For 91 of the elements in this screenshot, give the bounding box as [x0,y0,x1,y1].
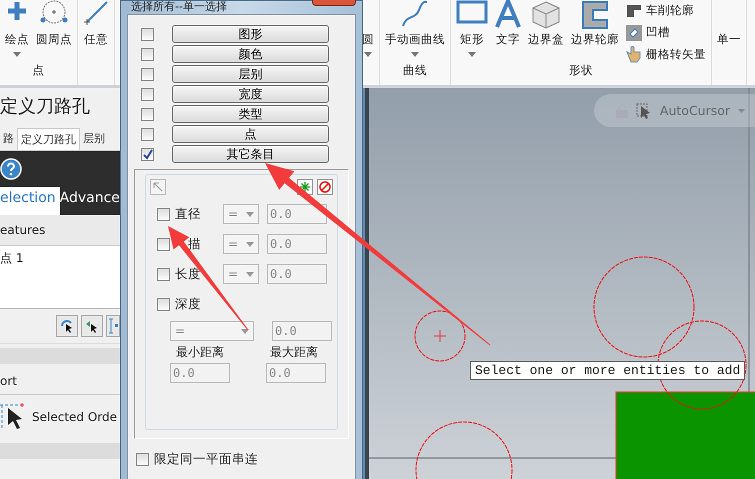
tool-label: 车削轮廓 [646,3,694,18]
caret-icon[interactable] [13,52,21,57]
ribbon-tool[interactable]: 单一 [717,0,741,47]
checkbox[interactable] [141,128,154,140]
letter-a-icon [495,0,521,28]
checkbox[interactable] [141,48,154,60]
checkbox[interactable] [141,28,154,40]
groove-icon [626,24,642,40]
cursor-icon [636,102,652,118]
tool-label: 凹槽 [646,25,670,40]
cube-icon [531,0,561,30]
ribbon-tool[interactable]: 绘点 [5,0,29,57]
ribbon-tool[interactable]: 边界轮廓 [571,0,619,47]
ribbon-tool[interactable]: 圆周点 [36,0,72,47]
tool-label: 单一 [717,32,741,47]
ribbon-tool[interactable]: 凹槽 [626,23,706,42]
tool-label: 边界盒 [528,32,564,47]
tool-label: 绘点 [5,32,29,47]
caret-icon[interactable] [738,108,746,112]
tool-label: 圆 [362,32,374,47]
caret-icon[interactable] [411,52,419,57]
tool-label: 任意 [84,32,108,47]
option-label: 限定同一平面串连 [154,451,258,468]
order-cursor-icon [0,402,26,432]
group-label: 点 [32,63,46,79]
cursor-icon [60,319,74,333]
tool-label: 圆周点 [36,32,72,47]
ribbon-tool[interactable]: 手动画曲线 [385,0,445,57]
tool-label: 手动画曲线 [385,32,445,47]
panel-tab[interactable]: 定义刀路孔 [17,128,80,150]
category-button[interactable]: 类型 [172,105,329,123]
ribbon-tool[interactable]: 文字 [495,0,521,47]
checkbox[interactable] [141,68,154,80]
category-button[interactable]: 颜色 [172,45,329,63]
tooltip: Select one or more entities to add [470,361,746,380]
ribbon-tool[interactable]: 车削轮廓 [626,1,706,20]
help-icon[interactable] [0,158,22,180]
filter-label: 深度 [174,296,201,312]
line-icon [83,0,109,26]
max-distance-label: 最大距离 [270,344,318,360]
caret-icon [246,212,254,216]
order-option[interactable]: Selected Orde [32,410,118,424]
list-header: eatures [0,215,120,246]
cursor-icon [85,319,99,333]
panel-title: 定义刀路孔 [0,95,91,119]
clear-icon[interactable] [317,179,333,195]
checkbox[interactable] [136,453,149,466]
ribbon-tool[interactable]: 矩形 [456,0,488,57]
checkbox[interactable] [141,88,154,100]
profile-icon [626,4,642,18]
plus-icon [6,0,28,22]
caret-icon [241,328,249,334]
group-label: 形状 [568,63,594,79]
ribbon-tool[interactable]: 圆 [362,0,374,57]
tool-label: 文字 [496,32,520,47]
panel-tab[interactable]: Advance [60,187,120,215]
tool-label: 栅格转矢量 [646,47,706,62]
filter-label: 长度 [174,266,201,282]
checkbox[interactable] [141,148,154,160]
tool-label: 矩形 [460,32,484,47]
panel-tab[interactable]: 路 [0,128,17,150]
filter-label: 描 [187,236,201,252]
undo-select-button[interactable] [81,315,103,337]
category-button[interactable]: 其它条目 [172,145,329,163]
caret-icon [246,242,254,246]
pointer-icon[interactable] [150,179,166,195]
min-distance-label: 最小距离 [176,344,224,360]
category-button[interactable]: 层别 [172,65,329,83]
ribbon-tool[interactable]: 栅格转矢量 [626,45,706,64]
category-button[interactable]: 图形 [172,25,329,43]
hand-icon [626,46,642,63]
curve-icon [401,0,429,28]
checkbox[interactable] [141,108,154,120]
dimension-icon [108,318,118,334]
category-button[interactable]: 宽度 [172,85,329,103]
group-label: 曲线 [402,63,428,79]
ribbon-tool[interactable]: 边界盒 [528,0,564,47]
ribbon-tool[interactable]: 任意 [83,0,109,47]
dialog-title: 选择所有--单一选择 [130,1,228,14]
panel-tab[interactable]: 层别 [80,128,108,150]
caret-icon [246,272,254,276]
rectangle-icon [456,0,488,24]
filter-label: 直径 [174,206,201,222]
list-item[interactable]: 点 1 [0,246,120,271]
panel-tab[interactable]: election [0,187,60,215]
caret-icon[interactable] [468,52,476,57]
caret-icon[interactable] [364,52,372,57]
select-button[interactable] [56,315,78,337]
category-button[interactable]: 点 [172,125,329,143]
tool-label: 边界轮廓 [571,32,619,47]
outline-icon [581,0,609,30]
